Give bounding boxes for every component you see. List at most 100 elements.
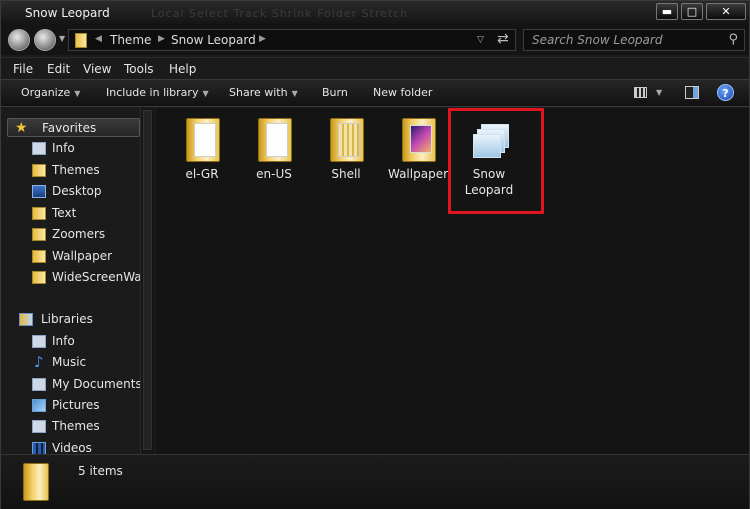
details-pane: 5 items (1, 454, 749, 509)
nav-item-music[interactable]: ♪ Music (29, 353, 141, 372)
nav-libraries[interactable]: Libraries (7, 310, 140, 329)
item-count: 5 items (78, 464, 123, 478)
breadcrumb-chevron-icon[interactable]: ◀ (95, 34, 102, 44)
nav-label: Favorites (42, 121, 97, 135)
nav-label: My Documents (52, 377, 142, 391)
nav-item-zoomers[interactable]: Zoomers (29, 225, 141, 244)
nav-item-themes[interactable]: Themes (29, 161, 141, 180)
burn-button[interactable]: Burn (322, 86, 348, 99)
command-bar: Organize ▼ Include in library ▼ Share with… (1, 79, 749, 107)
menu-file[interactable]: File (13, 62, 33, 76)
pictures-icon (32, 399, 46, 412)
file-item-el-gr[interactable]: el-GR (166, 114, 238, 198)
nav-item-my-documents[interactable]: My Documents (29, 375, 142, 394)
nav-item-lib-themes[interactable]: Themes (29, 417, 141, 436)
folder-image-icon (402, 118, 436, 162)
library-icon (19, 313, 33, 326)
breadcrumb-chevron-icon[interactable]: ▶ (259, 34, 266, 44)
nav-item-desktop[interactable]: Desktop (29, 182, 141, 201)
nav-label: Text (52, 206, 77, 220)
folder-icon (32, 164, 46, 177)
nav-label: Videos (52, 441, 92, 455)
menu-view[interactable]: View (83, 62, 111, 76)
folder-icon (330, 118, 364, 162)
change-view-icon[interactable] (634, 87, 647, 98)
file-name: en-US (256, 167, 292, 181)
explorer-window: Snow Leopard Local Select Track Shrink F… (0, 0, 750, 509)
title-bar[interactable]: Snow Leopard Local Select Track Shrink F… (1, 1, 749, 25)
nav-label: Wallpaper (52, 249, 113, 263)
folder-icon (32, 207, 46, 220)
nav-label: Info (52, 141, 75, 155)
document-icon (32, 335, 46, 348)
file-item-shell[interactable]: Shell (310, 114, 382, 198)
minimize-button[interactable]: ▬ (656, 3, 678, 20)
document-icon (32, 420, 46, 433)
refresh-icon[interactable]: ⇄ (497, 31, 509, 47)
search-icon[interactable]: ⚲ (728, 32, 738, 47)
help-icon[interactable]: ? (717, 84, 734, 101)
menu-help[interactable]: Help (169, 62, 196, 76)
breadcrumb-snow-leopard[interactable]: Snow Leopard (171, 33, 256, 47)
include-in-library-button[interactable]: Include in library ▼ (106, 86, 209, 99)
breadcrumb-theme[interactable]: Theme (110, 33, 151, 47)
search-box[interactable]: Search Snow Leopard ⚲ (523, 29, 745, 51)
nav-label: Zoomers (52, 227, 106, 241)
view-options-dropdown-icon[interactable]: ▼ (656, 88, 662, 97)
nav-scrollbar[interactable] (140, 108, 154, 454)
file-item-wallpaper[interactable]: Wallpaper (382, 114, 454, 198)
music-icon: ♪ (34, 353, 44, 371)
title-ghost-text: Local Select Track Shrink Folder Stretch (151, 7, 409, 20)
nav-label: Pictures (52, 398, 100, 412)
highlight-box (448, 108, 544, 214)
nav-item-info[interactable]: Info (29, 139, 141, 158)
nav-label: Libraries (41, 312, 93, 326)
nav-label: WideScreenWal (52, 270, 145, 284)
nav-item-wallpaper[interactable]: Wallpaper (29, 247, 141, 266)
menu-tools[interactable]: Tools (124, 62, 154, 76)
maximize-button[interactable]: □ (681, 3, 703, 20)
share-with-button[interactable]: Share with ▼ (229, 86, 298, 99)
nav-item-lib-info[interactable]: Info (29, 332, 141, 351)
breadcrumb-chevron-icon[interactable]: ▶ (158, 34, 165, 44)
window-title: Snow Leopard (25, 6, 110, 20)
nav-label: Music (52, 355, 87, 369)
folder-icon (75, 33, 87, 48)
nav-item-widescreenwal[interactable]: WideScreenWal (29, 268, 145, 287)
new-folder-button[interactable]: New folder (373, 86, 432, 99)
star-icon: ★ (15, 120, 28, 136)
close-button[interactable]: ✕ (706, 3, 746, 20)
nav-item-pictures[interactable]: Pictures (29, 396, 141, 415)
menu-edit[interactable]: Edit (47, 62, 70, 76)
folder-icon (32, 271, 46, 284)
folder-icon (32, 228, 46, 241)
address-bar[interactable]: ◀ Theme ▶ Snow Leopard ▶ ▽ ⇄ (68, 29, 516, 51)
search-placeholder: Search Snow Leopard (532, 33, 663, 47)
nav-label: Desktop (52, 184, 102, 198)
folder-icon (258, 118, 292, 162)
address-dropdown-icon[interactable]: ▽ (477, 35, 484, 45)
file-name: Wallpaper (387, 167, 449, 181)
back-button[interactable] (8, 29, 30, 51)
file-list[interactable]: el-GR en-US Shell Wallpaper Snow Leopard (156, 108, 749, 454)
nav-label: Info (52, 334, 75, 348)
forward-button[interactable] (34, 29, 56, 51)
folder-icon (32, 250, 46, 263)
file-item-en-us[interactable]: en-US (238, 114, 310, 198)
nav-label: Themes (52, 163, 100, 177)
organize-button[interactable]: Organize ▼ (21, 86, 80, 99)
nav-label: Themes (52, 419, 100, 433)
document-icon (32, 142, 46, 155)
folder-icon (186, 118, 220, 162)
navigation-pane: ★ Favorites Info Themes Desktop Text Zoo… (1, 108, 155, 455)
recent-pages-dropdown[interactable]: ▼ (59, 34, 65, 43)
scrollbar-thumb[interactable] (143, 110, 152, 450)
desktop-icon (32, 185, 46, 198)
file-name: el-GR (185, 167, 219, 181)
menu-bar: File Edit View Tools Help (1, 57, 749, 79)
nav-item-text[interactable]: Text (29, 204, 141, 223)
file-name: Shell (331, 167, 361, 181)
document-icon (32, 378, 46, 391)
nav-favorites[interactable]: ★ Favorites (7, 118, 140, 137)
preview-pane-icon[interactable] (685, 86, 699, 99)
